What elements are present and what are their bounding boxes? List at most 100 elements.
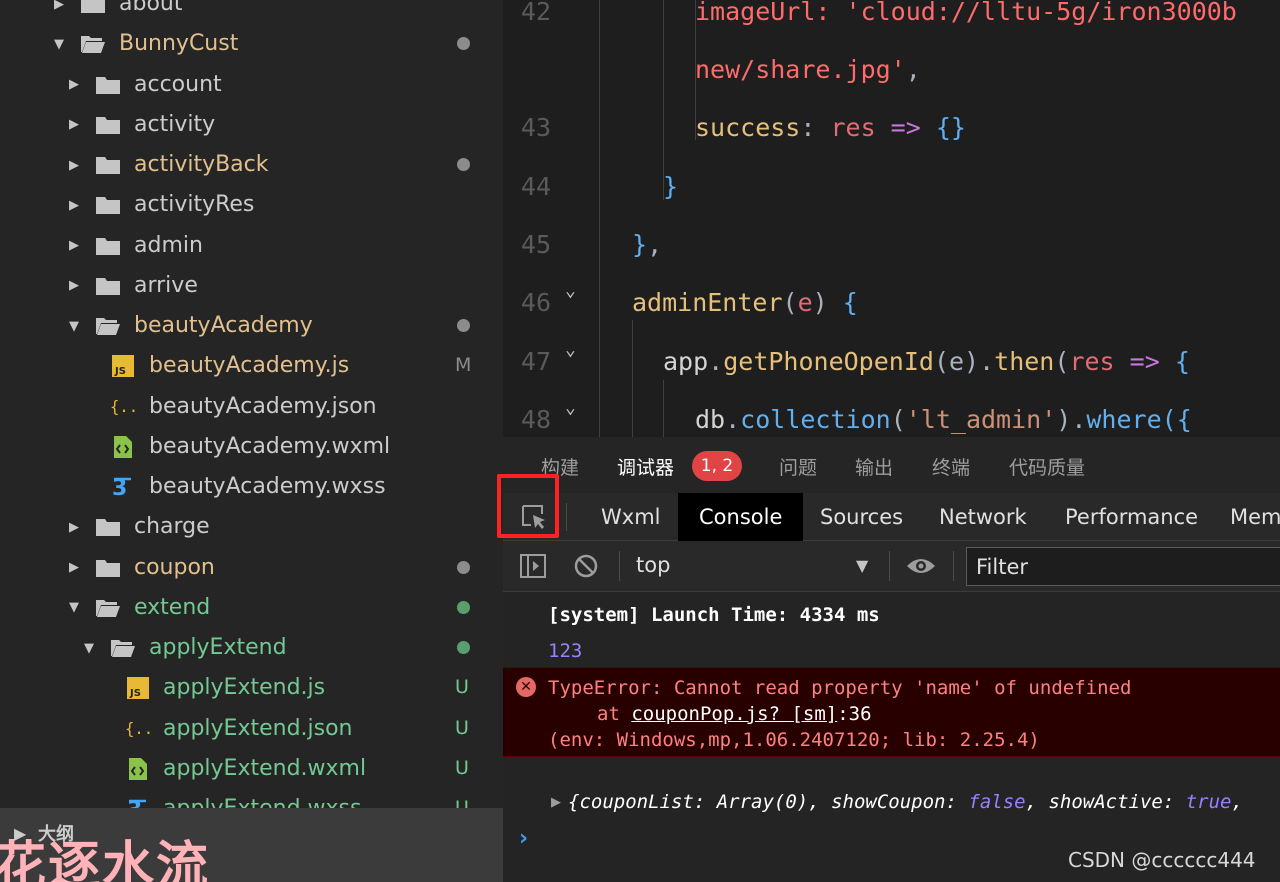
watermark-text: 花逐水流 xyxy=(0,837,211,882)
chevron-right-icon[interactable]: ▶ xyxy=(52,0,66,12)
code-line[interactable]: 47 ⌄ app.getPhoneOpenId(e).then(res => { xyxy=(503,335,1280,393)
folder-icon xyxy=(95,113,121,137)
tree-item-label: beautyAcademy.wxml xyxy=(149,433,391,459)
line-number: 42 xyxy=(520,0,551,26)
line-number: 48 xyxy=(520,405,551,434)
code-token: ({ xyxy=(1161,405,1192,434)
chevron-right-icon[interactable]: ▶ xyxy=(67,77,81,92)
chevron-down-icon[interactable]: ▼ xyxy=(52,37,66,52)
chevron-right-icon[interactable]: ▶ xyxy=(67,198,81,213)
chevron-down-icon[interactable]: ▼ xyxy=(82,641,96,656)
chevron-right-icon[interactable]: ▶ xyxy=(67,117,81,132)
wxml-file-icon xyxy=(125,757,151,781)
tab-sources[interactable]: Sources xyxy=(820,493,903,541)
divider xyxy=(566,503,567,531)
tab-performance[interactable]: Performance xyxy=(1065,493,1198,541)
code-token: => xyxy=(875,113,936,142)
svg-text:JS: JS xyxy=(114,366,126,377)
error-line-number: :36 xyxy=(837,703,872,725)
folder-item[interactable]: ▶ coupon xyxy=(0,548,503,588)
code-text: }, xyxy=(632,230,662,259)
folder-item[interactable]: ▼ beautyAcademy xyxy=(0,306,503,346)
code-line[interactable]: 45}, xyxy=(503,218,1280,276)
tree-item-label: about xyxy=(119,0,183,16)
code-token: res xyxy=(830,113,876,142)
folder-item[interactable]: ▶ account xyxy=(0,65,503,105)
chevron-down-icon[interactable]: ▼ xyxy=(67,600,81,615)
folder-item[interactable]: ▶ activityRes xyxy=(0,185,503,225)
chevron-right-icon[interactable]: ▶ xyxy=(67,278,81,293)
tab-console[interactable]: Console xyxy=(678,493,804,541)
fold-chevron-icon[interactable]: ⌄ xyxy=(565,280,576,301)
clear-console-icon[interactable] xyxy=(573,553,599,579)
file-item[interactable]: {..} applyExtend.json U xyxy=(0,709,503,749)
chevron-right-icon[interactable]: ▶ xyxy=(67,158,81,173)
tab-terminal[interactable]: 终端 xyxy=(932,453,970,480)
line-number: 45 xyxy=(520,230,551,259)
folder-open-icon xyxy=(110,636,136,660)
folder-item[interactable]: ▼ extend xyxy=(0,588,503,628)
code-line[interactable]: 48 ⌄ db.collection('lt_admin').where({ xyxy=(503,393,1280,437)
file-item[interactable]: {..} beautyAcademy.json xyxy=(0,387,503,427)
code-text: success: res => {} xyxy=(695,113,966,142)
highlight-box xyxy=(497,474,559,538)
tab-wxml[interactable]: Wxml xyxy=(601,493,660,541)
folder-item[interactable]: ▼ BunnyCust xyxy=(0,24,503,64)
folder-item[interactable]: ▶ activityBack xyxy=(0,145,503,185)
code-token: where xyxy=(1086,405,1162,434)
tree-item-label: activity xyxy=(134,111,216,137)
tree-item-label: account xyxy=(134,71,222,97)
code-line[interactable]: 46 ⌄ adminEnter(e) { xyxy=(503,276,1280,334)
chevron-right-icon[interactable]: ▶ xyxy=(67,560,81,575)
folder-item[interactable]: ▶ about xyxy=(0,0,503,24)
chevron-right-icon[interactable]: ▶ xyxy=(67,520,81,535)
divider xyxy=(619,551,620,581)
file-item[interactable]: JS applyExtend.js U xyxy=(0,668,503,708)
tree-item-label: beautyAcademy.wxss xyxy=(149,474,386,499)
console-object-message[interactable]: {couponList: Array(0), showCoupon: false… xyxy=(568,791,1243,813)
tab-network[interactable]: Network xyxy=(939,493,1027,541)
chevron-right-icon[interactable]: ▶ xyxy=(67,238,81,253)
folder-item[interactable]: ▶ arrive xyxy=(0,266,503,306)
object-value-true: true xyxy=(1185,791,1232,813)
code-line[interactable]: 44} xyxy=(503,160,1280,218)
tree-item-label: applyExtend.json xyxy=(163,715,353,741)
divider xyxy=(889,551,890,581)
context-selector[interactable]: top xyxy=(636,553,670,577)
code-text: } xyxy=(663,172,678,201)
dropdown-arrow-icon[interactable]: ▼ xyxy=(856,556,868,575)
tab-problems[interactable]: 问题 xyxy=(779,453,817,480)
code-line[interactable]: new/share.jpg', xyxy=(503,43,1280,101)
code-line[interactable]: 43 success: res => {} xyxy=(503,101,1280,159)
fold-chevron-icon[interactable]: ⌄ xyxy=(565,397,576,418)
chevron-down-icon[interactable]: ▼ xyxy=(67,319,81,334)
code-token: ( xyxy=(782,288,798,317)
folder-item[interactable]: ▶ charge xyxy=(0,507,503,547)
git-status-badge: U xyxy=(455,716,469,739)
line-number: 43 xyxy=(520,113,551,142)
expand-arrow-icon[interactable]: ▶ xyxy=(551,795,561,810)
tab-code-quality[interactable]: 代码质量 xyxy=(1009,453,1085,480)
file-item[interactable]: beautyAcademy.wxml xyxy=(0,427,503,467)
eye-icon[interactable] xyxy=(905,555,937,577)
code-editor[interactable]: 42 imageUrl: 'cloud://lltu-5g/iron3000b ne… xyxy=(503,0,1280,437)
tab-output[interactable]: 输出 xyxy=(855,453,893,480)
fold-chevron-icon[interactable]: ⌄ xyxy=(565,339,576,360)
file-item[interactable]: applyExtend.wxml U xyxy=(0,749,503,789)
object-text-2: , showActive: xyxy=(1025,791,1186,813)
folder-item[interactable]: ▼ applyExtend xyxy=(0,628,503,668)
tab-memory[interactable]: Mem xyxy=(1230,493,1280,541)
folder-item[interactable]: ▶ activity xyxy=(0,105,503,145)
code-token: success xyxy=(695,113,801,142)
error-source-link[interactable]: couponPop.js? [sm] xyxy=(631,703,837,725)
file-item[interactable]: 3 beautyAcademy.wxss xyxy=(0,467,503,507)
file-explorer: ▶ about ▼ BunnyCust ▶ account ▶ activity ▶ activi… xyxy=(0,0,503,882)
console-prompt-icon[interactable]: › xyxy=(519,826,528,851)
file-item[interactable]: JS beautyAcademy.js M xyxy=(0,346,503,386)
folder-item[interactable]: ▶ admin xyxy=(0,226,503,266)
tab-debugger[interactable]: 调试器 xyxy=(617,453,674,480)
code-line[interactable]: 42 imageUrl: 'cloud://lltu-5g/iron3000b xyxy=(503,0,1280,43)
sidebar-toggle-icon[interactable] xyxy=(519,553,547,579)
tree-item-label: applyExtend xyxy=(149,635,287,660)
filter-input[interactable] xyxy=(976,554,1266,580)
